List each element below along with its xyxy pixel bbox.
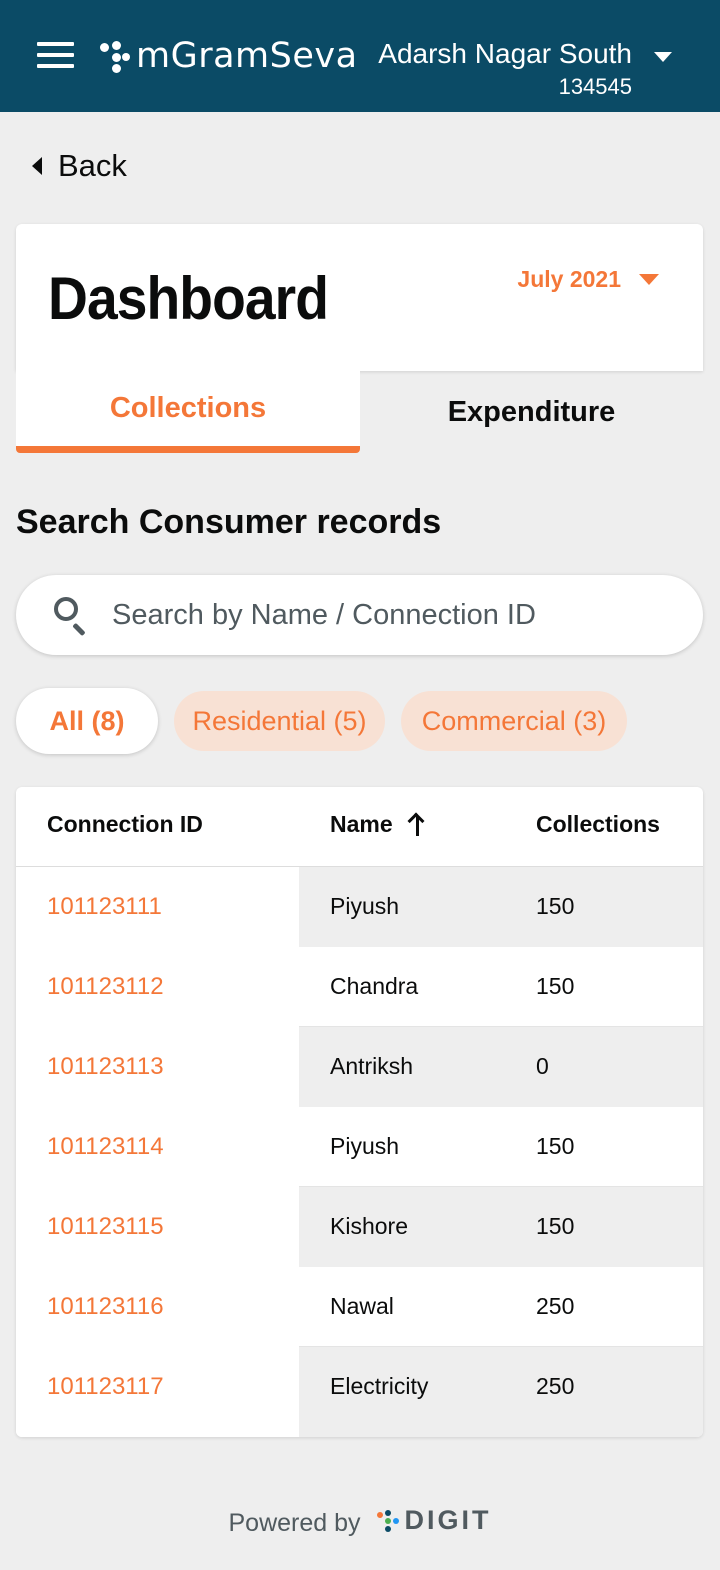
consumer-name: Kishore — [330, 1213, 408, 1239]
search-section-title: Search Consumer records — [16, 503, 442, 541]
app-header: mGramSeva Adarsh Nagar South 134545 — [0, 0, 720, 112]
back-label: Back — [58, 148, 127, 183]
connection-id-link[interactable]: 101123116 — [47, 1293, 164, 1321]
column-header-name[interactable]: Name — [330, 811, 427, 838]
tab-collections[interactable]: Collections — [16, 371, 360, 453]
app-logo-icon — [100, 39, 130, 73]
consumer-name: Chandra — [330, 973, 419, 999]
collection-amount: 250 — [536, 1373, 575, 1399]
chevron-down-icon[interactable] — [654, 52, 672, 62]
table-row: 101123112 Chandra 150 — [16, 947, 703, 1027]
consumer-name: Electricity — [330, 1373, 429, 1399]
back-caret-icon — [32, 157, 42, 175]
consumer-table: Connection ID Name Collections 101123111… — [16, 787, 703, 1437]
menu-icon[interactable] — [37, 42, 74, 70]
powered-by-label: Powered by — [228, 1509, 361, 1537]
collection-amount: 250 — [536, 1293, 575, 1319]
table-row: 101123117 Electricity 250 — [16, 1347, 703, 1437]
app-logo: mGramSeva — [100, 36, 358, 76]
page-title: Dashboard — [48, 265, 329, 332]
filter-chip-residential[interactable]: Residential (5) — [174, 691, 385, 751]
digit-brand: DIGIT — [404, 1505, 492, 1535]
consumer-name: Piyush — [330, 1133, 400, 1159]
column-header-collections[interactable]: Collections — [536, 811, 660, 838]
back-button[interactable]: Back — [32, 148, 127, 184]
digit-logo-icon — [376, 1509, 399, 1532]
search-icon — [52, 595, 92, 637]
tab-expenditure[interactable]: Expenditure — [360, 371, 703, 453]
table-header: Connection ID Name Collections — [16, 787, 703, 867]
connection-id-link[interactable]: 101123117 — [47, 1373, 164, 1401]
table-row: 101123115 Kishore 150 — [16, 1187, 703, 1267]
dashboard-card: Dashboard July 2021 — [16, 224, 703, 371]
connection-id-link[interactable]: 101123114 — [47, 1133, 164, 1161]
search-bar[interactable] — [16, 575, 703, 655]
chevron-down-icon — [639, 274, 659, 285]
sort-arrow-up-icon — [407, 812, 427, 836]
column-header-name-label: Name — [330, 811, 393, 837]
connection-id-link[interactable]: 101123111 — [47, 893, 162, 921]
column-header-connection-id[interactable]: Connection ID — [47, 811, 203, 838]
consumer-name: Antriksh — [330, 1053, 414, 1079]
consumer-name: Piyush — [330, 893, 400, 919]
collection-amount: 150 — [536, 893, 575, 919]
tenant-name: Adarsh Nagar South — [378, 38, 632, 69]
table-row: 101123116 Nawal 250 — [16, 1267, 703, 1347]
table-row: 101123113 Antriksh 0 — [16, 1027, 703, 1107]
connection-id-link[interactable]: 101123113 — [47, 1053, 164, 1081]
collection-amount: 150 — [536, 1133, 575, 1159]
app-name: mGramSeva — [136, 36, 358, 76]
search-input[interactable] — [112, 598, 672, 632]
collection-amount: 150 — [536, 973, 575, 999]
month-selector[interactable]: July 2021 — [517, 266, 659, 293]
month-label: July 2021 — [517, 266, 621, 292]
table-row: 101123111 Piyush 150 — [16, 867, 703, 947]
tenant-selector[interactable]: Adarsh Nagar South 134545 — [378, 38, 632, 100]
collection-amount: 150 — [536, 1213, 575, 1239]
collection-amount: 0 — [536, 1053, 549, 1079]
connection-id-link[interactable]: 101123115 — [47, 1213, 164, 1241]
table-row: 101123114 Piyush 150 — [16, 1107, 703, 1187]
connection-id-link[interactable]: 101123112 — [47, 973, 164, 1001]
footer: Powered by DIGIT — [0, 1503, 720, 1538]
consumer-name: Nawal — [330, 1293, 394, 1319]
filter-chip-all[interactable]: All (8) — [16, 688, 158, 754]
filter-chip-commercial[interactable]: Commercial (3) — [401, 691, 627, 751]
tenant-code: 134545 — [558, 74, 632, 99]
